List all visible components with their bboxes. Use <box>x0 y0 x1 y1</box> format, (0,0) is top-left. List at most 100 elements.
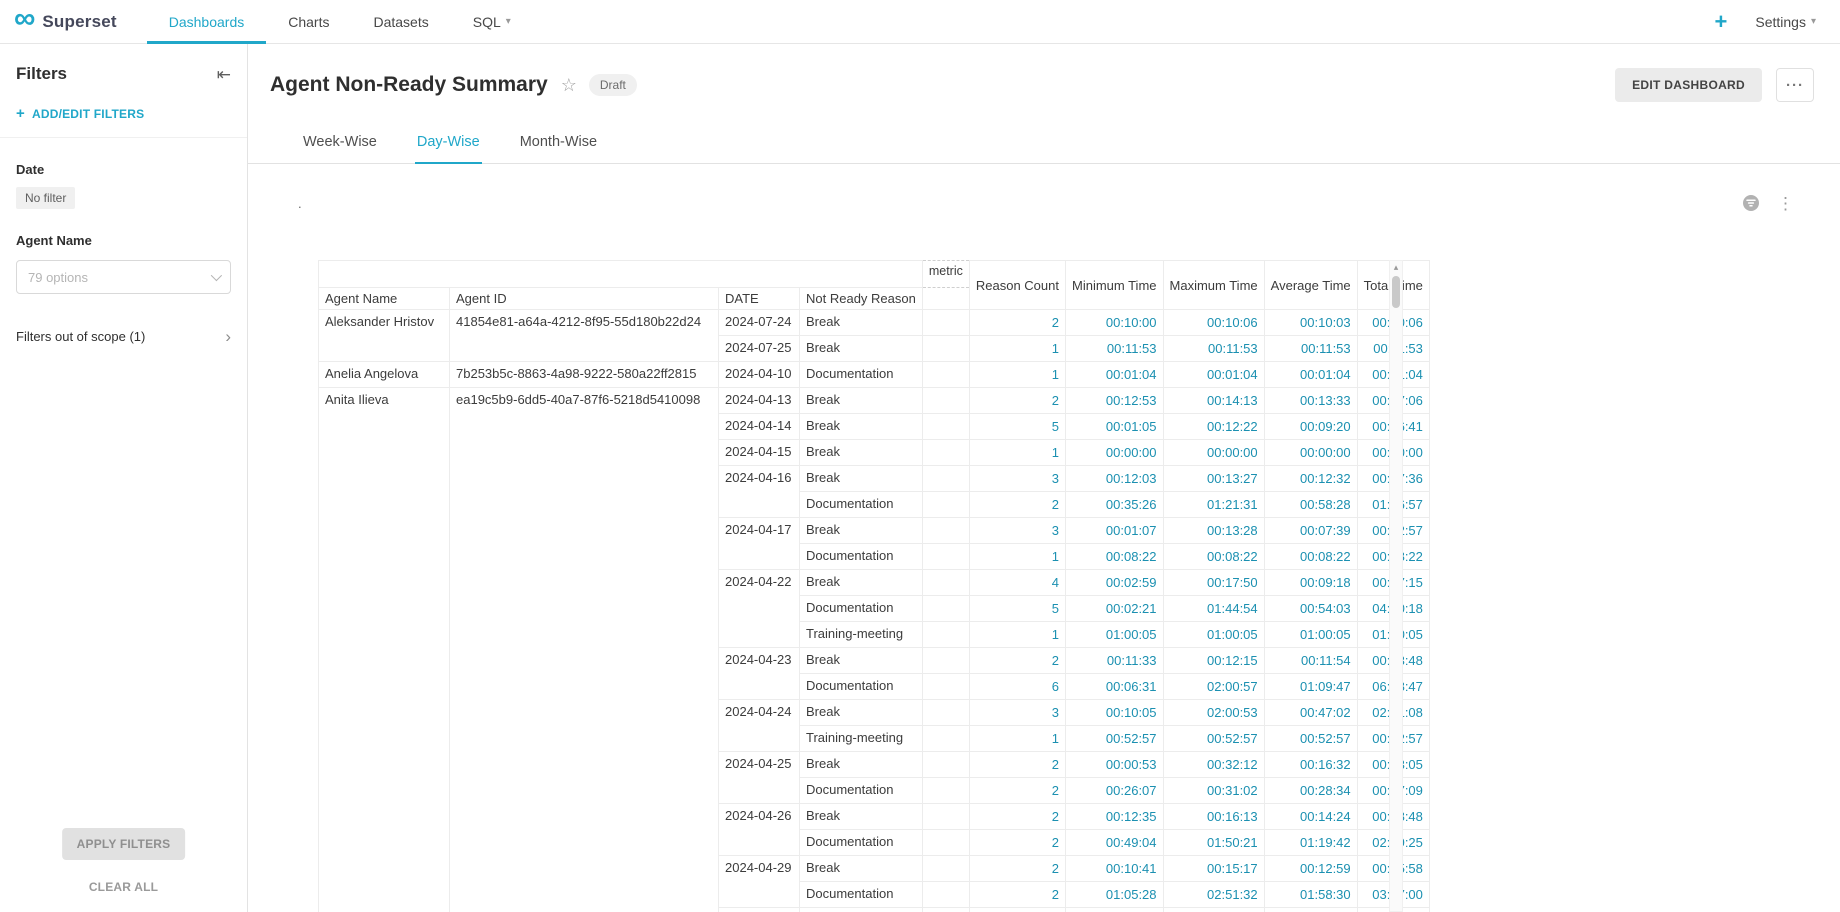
metric-value-cell: 3 <box>969 466 1065 492</box>
metric-value-cell: 1 <box>969 726 1065 752</box>
metric-value-cell: 00:12:53 <box>1066 388 1164 414</box>
metric-value-cell: 00:47:02 <box>1264 700 1357 726</box>
settings-menu[interactable]: Settings ▾ <box>1755 14 1816 30</box>
table-scrollbar[interactable]: ▴ <box>1389 260 1403 912</box>
filters-out-of-scope-toggle[interactable]: Filters out of scope (1) › <box>16 328 231 345</box>
filters-title: Filters <box>16 64 67 84</box>
metric-value-cell: 01:09:47 <box>1264 674 1357 700</box>
nav-item-label: Dashboards <box>169 14 245 30</box>
date-cell: 2024-07-25 <box>719 336 800 362</box>
metric-value-cell: 00:01:04 <box>1264 362 1357 388</box>
metric-value-cell: 3 <box>969 518 1065 544</box>
metric-value-cell: 00:35:26 <box>1066 492 1164 518</box>
not-ready-reason-cell: Documentation <box>800 544 923 570</box>
row-dimension-header: Not Ready Reason <box>800 288 923 310</box>
date-cell: 2024-04-13 <box>719 388 800 414</box>
not-ready-reason-cell: Break <box>800 440 923 466</box>
chevron-down-icon: ▾ <box>506 16 511 27</box>
metric-value-cell: 01:00:05 <box>1264 622 1357 648</box>
metric-value-cell: 2 <box>969 830 1065 856</box>
agent-id-cell: ea19c5b9-6dd5-40a7-87f6-5218d5410098 <box>450 388 719 912</box>
axis-spacer-cell <box>922 288 969 310</box>
favorite-star-icon[interactable]: ☆ <box>561 75 577 96</box>
metric-value-cell: 00:14:13 <box>1163 388 1264 414</box>
tab-label: Month-Wise <box>520 134 597 150</box>
metric-value-cell: 00:17:50 <box>1163 570 1264 596</box>
metric-value-cell: 00:06:31 <box>1066 674 1164 700</box>
not-ready-reason-cell: Documentation <box>800 830 923 856</box>
table-row: Anelia Angelova7b253b5c-8863-4a98-9222-5… <box>319 362 1430 388</box>
date-filter-value-chip[interactable]: No filter <box>16 187 75 209</box>
filter-agent-name-label: Agent Name <box>16 233 231 248</box>
agent-name-placeholder: 79 options <box>28 270 88 285</box>
metric-value-cell: 02:00:53 <box>1163 700 1264 726</box>
tab-week-wise[interactable]: Week-Wise <box>301 134 379 163</box>
not-ready-reason-cell: Break <box>800 908 923 912</box>
not-ready-reason-cell: Documentation <box>800 674 923 700</box>
clear-all-button[interactable]: CLEAR ALL <box>89 880 158 894</box>
metric-value-cell: 00:02:21 <box>1066 596 1164 622</box>
metric-value-cell: 00:10:41 <box>1066 856 1164 882</box>
filters-sidebar: Filters ⇤ + ADD/EDIT FILTERS Date No fil… <box>0 44 248 912</box>
chevron-right-icon: › <box>225 328 231 345</box>
metric-value-cell: 00:00:00 <box>1066 440 1164 466</box>
plus-icon: + <box>16 106 25 121</box>
axis-spacer-cell <box>922 518 969 544</box>
metric-value-cell: 00:00:00 <box>1163 440 1264 466</box>
nav-item-charts[interactable]: Charts <box>266 0 351 43</box>
metric-value-cell: 1 <box>969 440 1065 466</box>
edit-dashboard-button[interactable]: EDIT DASHBOARD <box>1615 68 1762 102</box>
date-cell: 2024-04-29 <box>719 856 800 908</box>
metric-value-cell: 00:12:32 <box>1264 466 1357 492</box>
axis-spacer-cell <box>922 830 969 856</box>
dashboard-header: Agent Non-Ready Summary ☆ Draft EDIT DAS… <box>248 44 1840 102</box>
divider <box>0 137 247 138</box>
dashboard-main: Agent Non-Ready Summary ☆ Draft EDIT DAS… <box>248 44 1840 912</box>
add-edit-filters-button[interactable]: + ADD/EDIT FILTERS <box>16 106 231 121</box>
nav-item-sql[interactable]: SQL ▾ <box>451 0 533 43</box>
metric-value-cell: 1 <box>969 544 1065 570</box>
agent-name-select[interactable]: 79 options <box>16 260 231 294</box>
tab-month-wise[interactable]: Month-Wise <box>518 134 599 163</box>
metric-value-cell: 00:13:27 <box>1163 466 1264 492</box>
date-cell: 2024-04-16 <box>719 466 800 518</box>
metric-value-cell: 2 <box>969 310 1065 336</box>
metric-value-cell: 00:52:57 <box>1163 726 1264 752</box>
metric-value-cell: 00:28:34 <box>1264 778 1357 804</box>
axis-spacer-cell <box>922 856 969 882</box>
axis-spacer-cell <box>922 440 969 466</box>
metric-value-cell: 00:11:54 <box>1264 648 1357 674</box>
metric-value-cell: 01:05:28 <box>1066 882 1164 908</box>
more-options-button[interactable]: ··· <box>1776 68 1814 102</box>
main-nav: Dashboards Charts Datasets SQL ▾ <box>147 0 533 43</box>
not-ready-reason-cell: Break <box>800 310 923 336</box>
nav-item-dashboards[interactable]: Dashboards <box>147 0 267 43</box>
metric-value-cell: 00:12:22 <box>1163 414 1264 440</box>
metric-value-cell: 00:49:04 <box>1066 830 1164 856</box>
chart-kebab-menu-icon[interactable]: ⋮ <box>1777 195 1794 212</box>
scrollbar-thumb[interactable] <box>1392 276 1400 308</box>
collapse-sidebar-icon[interactable]: ⇤ <box>217 66 231 83</box>
tab-label: Day-Wise <box>417 134 480 150</box>
metric-value-cell: 00:01:04 <box>1163 362 1264 388</box>
metric-value-cell: 2 <box>969 752 1065 778</box>
tab-day-wise[interactable]: Day-Wise <box>415 134 482 163</box>
axis-spacer-cell <box>922 804 969 830</box>
axis-spacer-cell <box>922 596 969 622</box>
metric-value-cell: 00:31:02 <box>1163 778 1264 804</box>
metric-value-cell: 00:12:59 <box>1264 856 1357 882</box>
new-item-button[interactable]: + <box>1715 11 1728 33</box>
nav-item-datasets[interactable]: Datasets <box>351 0 450 43</box>
not-ready-reason-cell: Training-meeting <box>800 726 923 752</box>
applied-filters-badge-icon[interactable] <box>1742 194 1760 212</box>
metric-value-cell: 00:00:00 <box>1264 440 1357 466</box>
scroll-up-icon[interactable]: ▴ <box>1390 261 1402 274</box>
metric-value-cell: 02:00:57 <box>1163 674 1264 700</box>
metric-value-cell: 00:16:32 <box>1264 752 1357 778</box>
date-cell: 2024-05-01 <box>719 908 800 912</box>
metric-value-cell: 00:54:03 <box>1264 596 1357 622</box>
superset-logo[interactable]: ∞ Superset <box>0 0 131 43</box>
agent-id-cell: 41854e81-a64a-4212-8f95-55d180b22d24 <box>450 310 719 362</box>
metric-value-cell: 6 <box>969 674 1065 700</box>
apply-filters-button[interactable]: APPLY FILTERS <box>62 828 186 860</box>
